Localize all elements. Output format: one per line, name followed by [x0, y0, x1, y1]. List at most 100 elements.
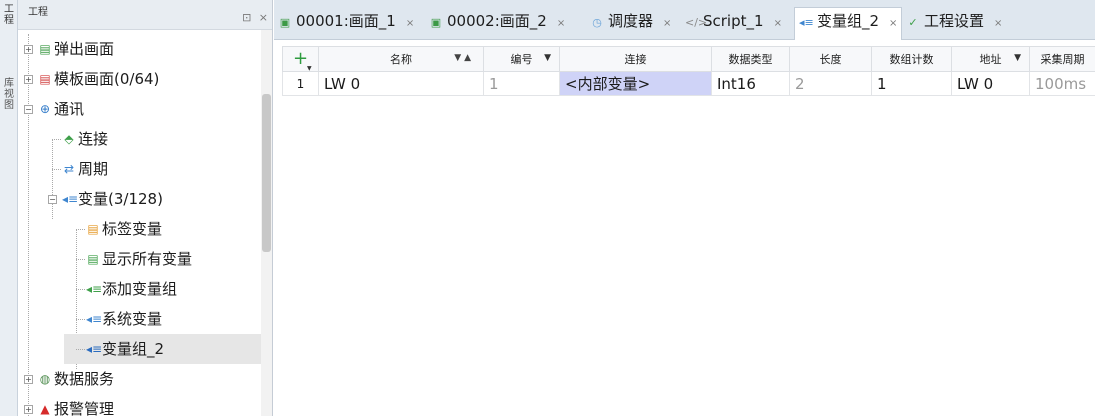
col-data-type-header[interactable]: 数据类型	[711, 46, 790, 72]
tab-3[interactable]: ◷ 调度器 ×	[590, 8, 671, 34]
tree-guide-line	[76, 259, 85, 260]
tree-item-group-2[interactable]: ◂≡ 变量组_2	[64, 334, 261, 364]
editor-tab-bar: ▣ 00001:画面_1 × ▣ 00002:画面_2 × ◷ 调度器 × </>Script_1…	[274, 0, 1095, 40]
close-icon[interactable]: ×	[557, 11, 565, 37]
add-row-button[interactable]: + ▼	[282, 46, 319, 72]
tree-item-alarm[interactable]: + ▲ 报警管理	[18, 394, 261, 416]
close-icon[interactable]: ×	[774, 11, 782, 37]
tab-5[interactable]: ◂≡ 变量组_2 ×	[794, 7, 903, 40]
close-icon[interactable]: ×	[406, 11, 414, 37]
panel-controls[interactable]: ⊡ ×	[242, 11, 270, 24]
expand-icon[interactable]: +	[24, 405, 33, 414]
address-cell[interactable]: LW 0	[951, 71, 1030, 96]
tree-item-connection[interactable]: ⬘ 连接	[18, 124, 261, 154]
tree-scroll-thumb[interactable]	[262, 94, 271, 252]
tab-1[interactable]: ▣ 00001:画面_1 ×	[278, 8, 414, 34]
filter-icon[interactable]: ▼	[544, 53, 551, 63]
tree-item-label: 连接	[78, 130, 109, 148]
col-connection-header[interactable]: 连接	[559, 46, 712, 72]
column-header-label: 数据类型	[728, 53, 773, 66]
close-icon[interactable]: ×	[994, 11, 1002, 37]
col-length-header[interactable]: 长度	[789, 46, 872, 72]
add-icon: + ▼	[292, 48, 312, 72]
variable-table: + ▼ 名称 ▼ ▲ 编号 ▼ 连接 数据类型 长度 数组计数 地址 ▼ 采集周期 1 LW 0 1 <内部…	[282, 46, 1095, 96]
tab-2[interactable]: ▣ 00002:画面_2 ×	[429, 8, 565, 34]
length-cell[interactable]: 2	[789, 71, 872, 96]
column-header-label: 数组计数	[889, 53, 934, 66]
close-icon[interactable]: ×	[663, 11, 671, 37]
tree-item-comm[interactable]: − ⊕ 通讯	[18, 94, 261, 124]
tab-6[interactable]: ✓ 工程设置 ×	[906, 8, 1002, 34]
col-array-count-header[interactable]: 数组计数	[871, 46, 952, 72]
column-header-label: 名称	[390, 53, 412, 66]
tree-guide-line	[76, 349, 85, 350]
tree-item-tag-vars[interactable]: ▤ 标签变量	[64, 214, 261, 244]
column-header-label: 采集周期	[1040, 53, 1085, 66]
tree-item-variables[interactable]: − ◂≡ 变量(3/128)	[18, 184, 261, 214]
name-cell[interactable]: LW 0	[318, 71, 484, 96]
show-all-icon: ▤	[87, 252, 99, 266]
project-side-tab[interactable]: 工程	[3, 4, 15, 26]
tree-scrollbar[interactable]	[261, 30, 272, 416]
tree-item-label: 模板画面(0/64)	[54, 70, 160, 88]
tree-item-label: 变量组_2	[102, 340, 165, 358]
row-number-cell[interactable]: 1	[282, 71, 319, 96]
expand-icon[interactable]: +	[24, 45, 33, 54]
tree-guide-line	[52, 169, 61, 170]
column-header-label: 长度	[819, 53, 842, 66]
array-count-cell[interactable]: 1	[871, 71, 952, 96]
tree-item-label: 添加变量组	[102, 280, 178, 298]
screen-icon: ▣	[279, 16, 291, 29]
tree-item-label: 系统变量	[102, 310, 163, 328]
tree-item-label: 变量(3/128)	[78, 190, 163, 208]
globe-icon: ⊕	[39, 102, 51, 116]
library-side-tab[interactable]: 库视图	[3, 78, 15, 111]
expand-icon[interactable]: +	[24, 375, 33, 384]
side-strip: 工程 库视图	[0, 0, 18, 416]
tree-item-add-group[interactable]: ◂≡ 添加变量组	[64, 274, 261, 304]
variable-editor: + ▼ 名称 ▼ ▲ 编号 ▼ 连接 数据类型 长度 数组计数 地址 ▼ 采集周期 1 LW 0 1 <内部…	[274, 41, 1095, 416]
table-header: + ▼ 名称 ▼ ▲ 编号 ▼ 连接 数据类型 长度 数组计数 地址 ▼ 采集周期	[282, 46, 1095, 72]
template-icon: ▤	[39, 72, 51, 86]
screen-icon: ▤	[39, 42, 51, 56]
expand-icon[interactable]: +	[24, 75, 33, 84]
screen-icon: ▣	[430, 16, 442, 29]
tree-guide-line	[52, 139, 61, 140]
tree-item-show-all[interactable]: ▤ 显示所有变量	[64, 244, 261, 274]
column-header-label: 地址	[979, 53, 1002, 66]
filter-icon[interactable]: ▼	[1014, 53, 1021, 63]
collapse-icon[interactable]: −	[48, 195, 57, 204]
tree-item-data-service[interactable]: + ◍ 数据服务	[18, 364, 261, 394]
close-icon[interactable]: ×	[889, 11, 897, 37]
tree-item-cycle[interactable]: ⇄ 周期	[18, 154, 261, 184]
tab-label: 00002:画面_2	[447, 12, 547, 30]
tab-label: 00001:画面_1	[296, 12, 396, 30]
tree-item-system-vars[interactable]: ◂≡ 系统变量	[64, 304, 261, 334]
col-name-header[interactable]: 名称 ▼ ▲	[318, 46, 484, 72]
cycle-cell[interactable]: 100ms	[1029, 71, 1095, 96]
collapse-icon[interactable]: −	[24, 105, 33, 114]
tab-4[interactable]: </>Script_1 ×	[685, 8, 782, 34]
number-cell[interactable]: 1	[483, 71, 560, 96]
panel-title: 工程	[28, 7, 48, 18]
col-address-header[interactable]: 地址 ▼	[951, 46, 1030, 72]
col-cycle-header[interactable]: 采集周期	[1029, 46, 1095, 72]
tree-item-template[interactable]: + ▤ 模板画面(0/64)	[18, 64, 261, 94]
tree-item-label: 显示所有变量	[102, 250, 193, 268]
cycle-icon: ⇄	[63, 162, 75, 176]
tag-variable-icon: ▤	[87, 222, 99, 236]
scheduler-icon: ◷	[592, 16, 602, 29]
tree-item-popup[interactable]: + ▤ 弹出画面	[18, 34, 261, 64]
alarm-icon: ▲	[40, 402, 50, 416]
tree-item-label: 数据服务	[54, 370, 115, 388]
sort-filter-icon[interactable]: ▼ ▲	[454, 53, 471, 63]
column-header-label: 连接	[624, 53, 647, 66]
tab-label: Script_1	[703, 12, 764, 30]
table-row[interactable]: 1 LW 0 1 <内部变量> Int16 2 1 LW 0 100ms	[282, 71, 1095, 96]
tree-item-label: 通讯	[54, 100, 85, 118]
connection-cell[interactable]: <内部变量>	[559, 71, 712, 96]
data-type-cell[interactable]: Int16	[711, 71, 790, 96]
settings-icon: ✓	[908, 16, 918, 29]
add-group-icon: ◂≡	[86, 282, 103, 296]
col-number-header[interactable]: 编号 ▼	[483, 46, 560, 72]
